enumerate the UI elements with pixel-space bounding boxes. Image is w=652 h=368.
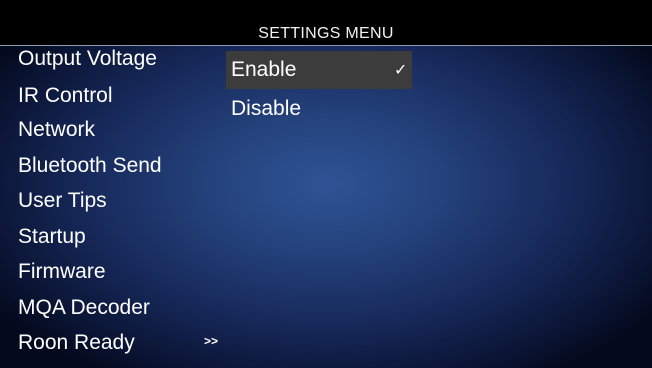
option-enable[interactable]: Enable ✓ xyxy=(226,51,412,89)
menu-item-firmware[interactable]: Firmware xyxy=(18,260,106,284)
page-title: SETTINGS MENU xyxy=(258,25,394,42)
menu-item-mqa-decoder[interactable]: MQA Decoder xyxy=(18,296,150,320)
menu-item-network[interactable]: Network xyxy=(18,118,95,142)
menu-item-ir-control[interactable]: IR Control xyxy=(18,84,113,108)
menu-item-roon-ready[interactable]: Roon Ready xyxy=(18,331,135,355)
option-enable-label: Enable xyxy=(231,58,297,81)
option-disable[interactable]: Disable xyxy=(226,90,412,128)
menu-item-startup[interactable]: Startup xyxy=(18,225,86,249)
menu-item-bluetooth-send[interactable]: Bluetooth Send xyxy=(18,154,162,178)
checkmark-icon: ✓ xyxy=(394,60,408,79)
title-bar: SETTINGS MENU xyxy=(0,0,652,46)
menu-item-user-tips[interactable]: User Tips xyxy=(18,189,107,213)
more-indicator: >> xyxy=(204,334,219,348)
settings-screen: SETTINGS MENU Output Voltage IR Control … xyxy=(0,0,652,368)
option-disable-label: Disable xyxy=(231,97,302,120)
menu-item-output-voltage[interactable]: Output Voltage xyxy=(18,47,157,71)
